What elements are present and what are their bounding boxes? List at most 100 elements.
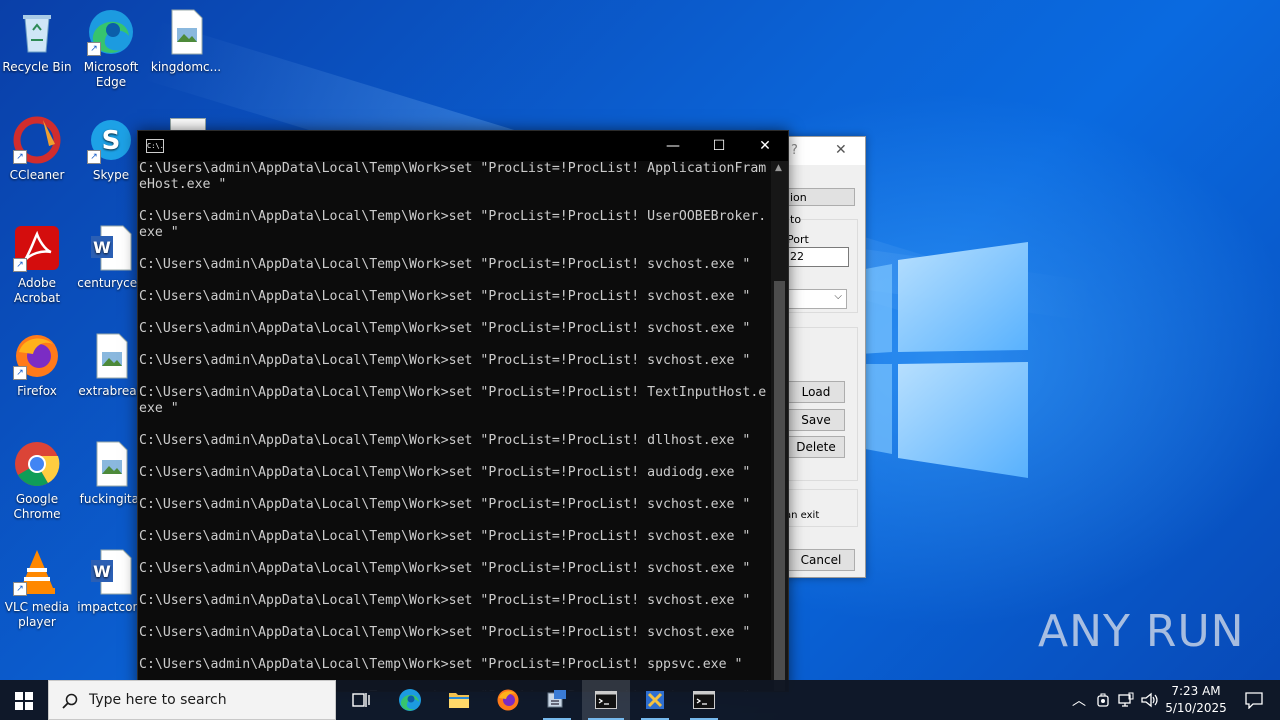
- word-document-icon: W: [87, 224, 135, 272]
- taskbar-cmd-active[interactable]: [582, 680, 630, 720]
- show-hidden-icons-chevron-icon[interactable]: ︿: [1072, 690, 1086, 710]
- partial-button[interactable]: ion: [787, 188, 855, 206]
- console-line: C:\Users\admin\AppData\Local\Temp\Work>s…: [139, 657, 743, 672]
- exit-group: [788, 489, 858, 527]
- close-icon[interactable]: ✕: [835, 142, 847, 158]
- scrollbar-thumb[interactable]: [774, 281, 785, 691]
- close-button[interactable]: ✕: [742, 131, 788, 161]
- console-line: C:\Users\admin\AppData\Local\Temp\Work>s…: [139, 289, 751, 304]
- desktop-icon-adobe-acrobat[interactable]: ↗ Adobe Acrobat: [1, 224, 73, 306]
- desktop-icon-kingdomc[interactable]: kingdomc...: [150, 8, 222, 75]
- firefox-icon: ↗: [13, 332, 61, 380]
- console-output[interactable]: C:\Users\admin\AppData\Local\Temp\Work>s…: [138, 161, 771, 691]
- taskbar-clock[interactable]: 7:23 AM 5/10/2025: [1160, 683, 1232, 717]
- minimize-button[interactable]: —: [650, 131, 696, 161]
- desktop-icon-firefox[interactable]: ↗ Firefox: [1, 332, 73, 399]
- vlc-icon: ↗: [13, 548, 61, 596]
- vertical-scrollbar[interactable]: ▲: [771, 161, 788, 691]
- taskbar-file-explorer[interactable]: [435, 680, 483, 720]
- cmd-icon: [693, 691, 715, 709]
- volume-icon[interactable]: [1141, 692, 1159, 708]
- image-file-icon: [87, 332, 135, 380]
- image-file-icon: [162, 8, 210, 56]
- shortcut-arrow-icon: ↗: [13, 150, 27, 164]
- desktop-icon-label: Google Chrome: [13, 492, 61, 521]
- desktop-icon-recycle-bin[interactable]: Recycle Bin: [1, 8, 73, 75]
- console-line: eHost.exe ": [139, 177, 227, 192]
- chrome-icon: [13, 440, 61, 488]
- console-line: C:\Users\admin\AppData\Local\Temp\Work>s…: [139, 465, 751, 480]
- desktop-icon-label: VLC media player: [4, 600, 70, 629]
- firefox-icon: [497, 689, 519, 711]
- anyrun-watermark: ANY RUN: [1038, 606, 1245, 657]
- shortcut-arrow-icon: ↗: [87, 150, 101, 164]
- search-placeholder: Type here to search: [89, 692, 227, 708]
- taskbar-edge[interactable]: [386, 680, 434, 720]
- help-icon[interactable]: ?: [791, 143, 798, 158]
- console-line: C:\Users\admin\AppData\Local\Temp\Work>s…: [139, 321, 751, 336]
- notification-center-button[interactable]: [1234, 680, 1274, 720]
- console-line: C:\Users\admin\AppData\Local\Temp\Work>s…: [139, 257, 751, 272]
- desktop-icon-vlc[interactable]: ↗ VLC media player: [1, 548, 73, 630]
- command-prompt-window[interactable]: C:\. — ☐ ✕ C:\Users\admin\AppData\Local\…: [137, 130, 789, 692]
- clock-time: 7:23 AM: [1171, 684, 1221, 698]
- edge-icon: [399, 689, 421, 711]
- cmd-app-icon: C:\.: [146, 139, 164, 153]
- shortcut-arrow-icon: ↗: [13, 582, 27, 596]
- taskbar-cmd-second[interactable]: [680, 680, 728, 720]
- installer-icon: [547, 690, 566, 708]
- desktop-icon-ccleaner[interactable]: ↗ CCleaner: [1, 116, 73, 183]
- windows-start-icon: [15, 692, 33, 710]
- ccleaner-icon: ↗: [13, 116, 61, 164]
- console-line: C:\Users\admin\AppData\Local\Temp\Work>s…: [139, 529, 751, 544]
- search-icon: [62, 693, 78, 709]
- task-view-button[interactable]: [337, 680, 385, 720]
- network-icon[interactable]: [1118, 692, 1134, 708]
- cmd-icon: [595, 691, 617, 709]
- scroll-up-arrow-icon[interactable]: ▲: [775, 163, 782, 173]
- taskbar-app-installer[interactable]: [533, 680, 581, 720]
- console-line: exe ": [139, 401, 179, 416]
- image-file-icon: [87, 440, 135, 488]
- desktop-icon-label: kingdomc...: [150, 60, 222, 74]
- security-icon[interactable]: [1096, 692, 1110, 708]
- save-button[interactable]: Save: [787, 409, 845, 431]
- start-button[interactable]: [0, 680, 48, 720]
- port-field[interactable]: 22: [787, 247, 849, 267]
- folder-icon: [449, 693, 469, 708]
- acrobat-icon: ↗: [13, 224, 61, 272]
- cancel-button[interactable]: Cancel: [787, 549, 855, 571]
- shortcut-arrow-icon: ↗: [87, 42, 101, 56]
- desktop-icon-label: Firefox: [17, 384, 57, 398]
- desktop-icon-label: Recycle Bin: [2, 60, 72, 74]
- taskbar-search-box[interactable]: Type here to search: [48, 680, 336, 720]
- console-line: C:\Users\admin\AppData\Local\Temp\Work>s…: [139, 433, 751, 448]
- svg-text:W: W: [93, 562, 111, 581]
- notification-icon: [1245, 692, 1263, 709]
- clock-date: 5/10/2025: [1165, 701, 1227, 715]
- taskbar-tools[interactable]: [631, 680, 679, 720]
- console-line: C:\Users\admin\AppData\Local\Temp\Work>s…: [139, 209, 767, 224]
- shortcut-arrow-icon: ↗: [13, 258, 27, 272]
- windows-logo-graphic: [860, 242, 1028, 478]
- delete-button[interactable]: Delete: [787, 436, 845, 458]
- desktop-icon-microsoft-edge[interactable]: ↗ Microsoft Edge: [75, 8, 147, 90]
- maximize-button[interactable]: ☐: [696, 131, 742, 161]
- cmd-titlebar[interactable]: C:\. — ☐ ✕: [138, 131, 788, 161]
- task-view-icon: [352, 693, 370, 707]
- taskbar-firefox[interactable]: [484, 680, 532, 720]
- system-tray: ︿: [1066, 680, 1160, 720]
- chevron-down-icon: ⌵: [834, 291, 842, 302]
- dropdown[interactable]: ⌵: [787, 289, 847, 309]
- desktop-icon-google-chrome[interactable]: Google Chrome: [1, 440, 73, 522]
- load-button[interactable]: Load: [787, 381, 845, 403]
